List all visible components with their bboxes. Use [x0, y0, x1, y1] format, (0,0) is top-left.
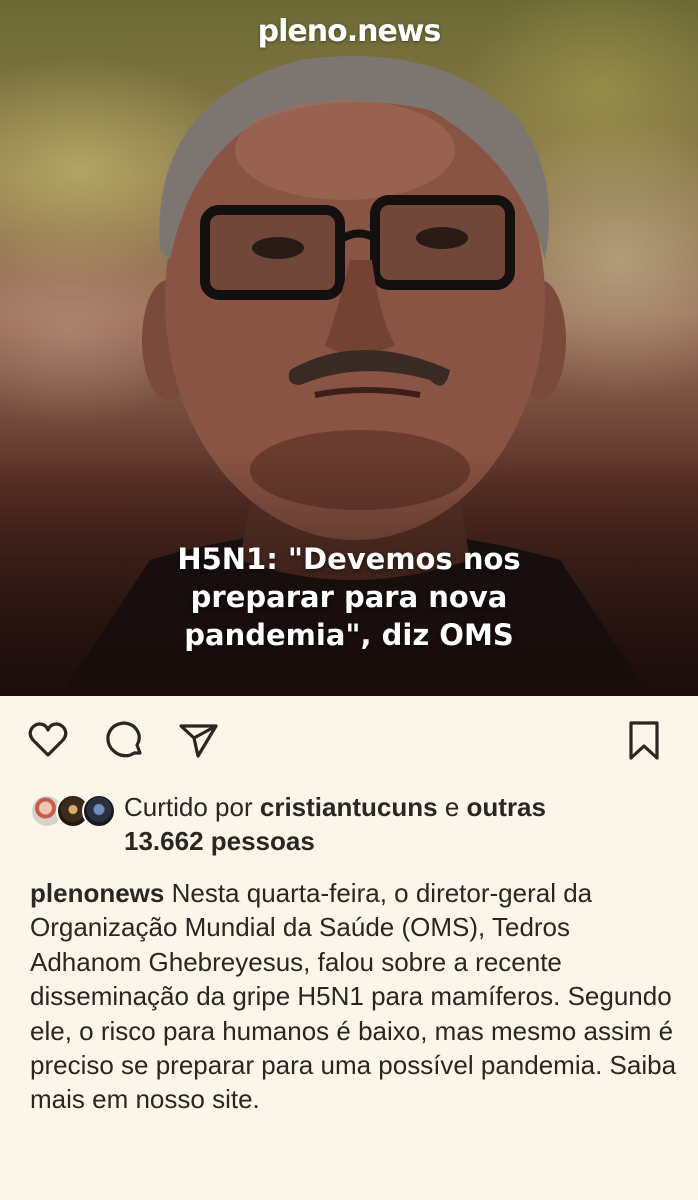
brand-logo: pleno.news [257, 14, 442, 49]
likes-others-link[interactable]: outras [467, 792, 546, 822]
post-headline: H5N1: "Devemos nos preparar para nova pa… [0, 540, 698, 654]
headline-line: preparar para nova [190, 580, 508, 614]
post-caption: plenonews Nesta quarta-feira, o diretor-… [30, 876, 680, 1117]
headline-line: H5N1: "Devemos nos [177, 542, 521, 576]
action-bar [24, 716, 674, 764]
avatar[interactable] [82, 794, 116, 828]
likes-conjunction: e [444, 792, 460, 822]
post-image[interactable]: pleno.news H5N1: "Devemos nos preparar p… [0, 0, 698, 696]
heart-icon [28, 722, 68, 757]
caption-username[interactable]: plenonews [30, 878, 164, 908]
liker-username[interactable]: cristiantucuns [260, 792, 438, 822]
likes-count[interactable]: 13.662 pessoas [124, 826, 315, 856]
like-button[interactable] [24, 716, 72, 764]
caption-text: Nesta quarta-feira, o diretor-geral da O… [30, 878, 677, 1115]
liker-avatars[interactable] [30, 794, 116, 828]
likes-summary[interactable]: Curtido por cristiantucuns e outras 13.6… [124, 790, 684, 858]
comment-button[interactable] [100, 716, 148, 764]
bookmark-icon [629, 721, 659, 760]
share-icon [179, 724, 218, 758]
save-button[interactable] [620, 716, 668, 764]
likes-prefix: Curtido por [124, 792, 253, 822]
headline-line: pandemia", diz OMS [184, 618, 514, 652]
share-button[interactable] [174, 716, 222, 764]
comment-icon [106, 721, 142, 758]
